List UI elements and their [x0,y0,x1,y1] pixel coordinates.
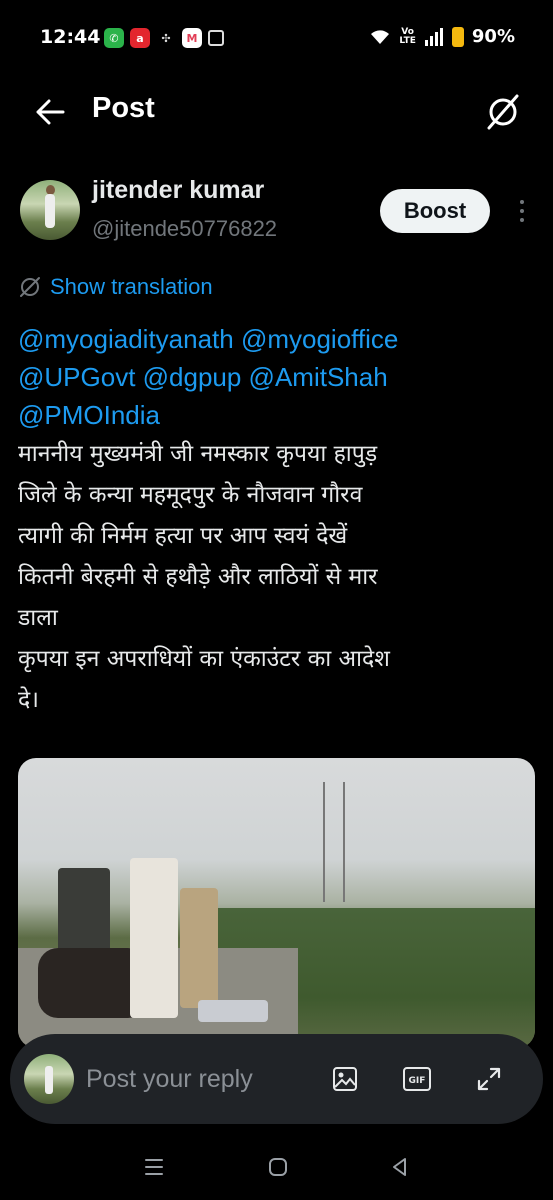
author-avatar[interactable] [20,180,80,240]
notification-icons: ✆ a ✣ M [104,28,224,48]
gif-button[interactable]: GIF [400,1062,434,1096]
status-time: 12:44 [40,26,101,48]
grok-icon [487,94,519,130]
status-right: Vo LTE 90% [369,26,515,47]
airtel-icon: a [130,28,150,48]
attacker-figure [130,858,178,1018]
expand-button[interactable] [472,1062,506,1096]
body-line: जिले के कन्या महमूदपुर के नौजवान गौरव [18,482,363,508]
bystander-figure [180,888,218,1008]
boost-button[interactable]: Boost [380,189,490,233]
mention-line[interactable]: @myogiadityanath @myogioffice [18,320,538,358]
home-button[interactable] [258,1152,298,1182]
gif-icon: GIF [403,1067,431,1091]
mention-line[interactable]: @PMOIndia [18,396,538,434]
pinwheel-icon: ✣ [161,31,171,45]
body-line: डाला [18,605,58,631]
image-icon [333,1067,357,1091]
expand-icon [477,1067,501,1091]
reply-avatar [24,1054,74,1104]
back-arrow-icon [36,99,65,125]
body-line: कितनी बेरहमी से हथौड़े और लाठियों से मार [18,564,378,590]
grok-button[interactable] [483,92,523,132]
top-app-bar: Post [0,78,553,144]
show-translation-link[interactable]: Show translation [18,274,213,300]
page-title: Post [92,92,155,124]
body-line: दे। [18,687,39,713]
signal-icon [424,27,443,46]
svg-text:GIF: GIF [409,1076,426,1086]
image-button[interactable] [328,1062,362,1096]
volte-icon: Vo LTE [399,26,416,46]
mention-line[interactable]: @UPGovt @dgpup @AmitShah [18,358,538,396]
reply-input[interactable] [86,1060,306,1098]
post-text: @myogiadityanath @myogioffice @UPGovt @d… [18,320,538,721]
victim-figure [198,1000,268,1022]
body-line: कृपया इन अपराधियों का एंकाउंटर का आदेश [18,646,390,672]
author-handle[interactable]: @jitende50776822 [92,216,277,242]
more-options-icon[interactable] [510,196,534,226]
post-video[interactable] [18,758,535,1048]
body-line: त्यागी की निर्मम हत्या पर आप स्वयं देखें [18,523,348,549]
power-tower [323,782,345,902]
body-line: माननीय मुख्यमंत्री जी नमस्कार कृपया हापु… [18,441,378,467]
home-icon [269,1158,287,1176]
back-button[interactable] [30,92,70,132]
phone-icon: ✆ [104,28,124,48]
battery-percent: 90% [471,26,515,47]
wifi-icon [371,29,390,44]
translate-icon [20,277,40,297]
status-bar: 12:44 ✆ a ✣ M Vo LTE 90% [0,0,553,78]
recents-icon [145,1159,163,1175]
back-icon [393,1158,406,1176]
author-name[interactable]: jitender kumar [92,176,264,205]
battery-icon [451,26,464,47]
system-nav-bar [0,1130,553,1200]
calendar-icon [208,30,224,46]
reply-bar: GIF [10,1034,543,1124]
recents-button[interactable] [134,1152,174,1182]
system-back-button[interactable] [380,1152,420,1182]
show-translation-label: Show translation [50,274,213,299]
myntra-icon: M [182,28,202,48]
